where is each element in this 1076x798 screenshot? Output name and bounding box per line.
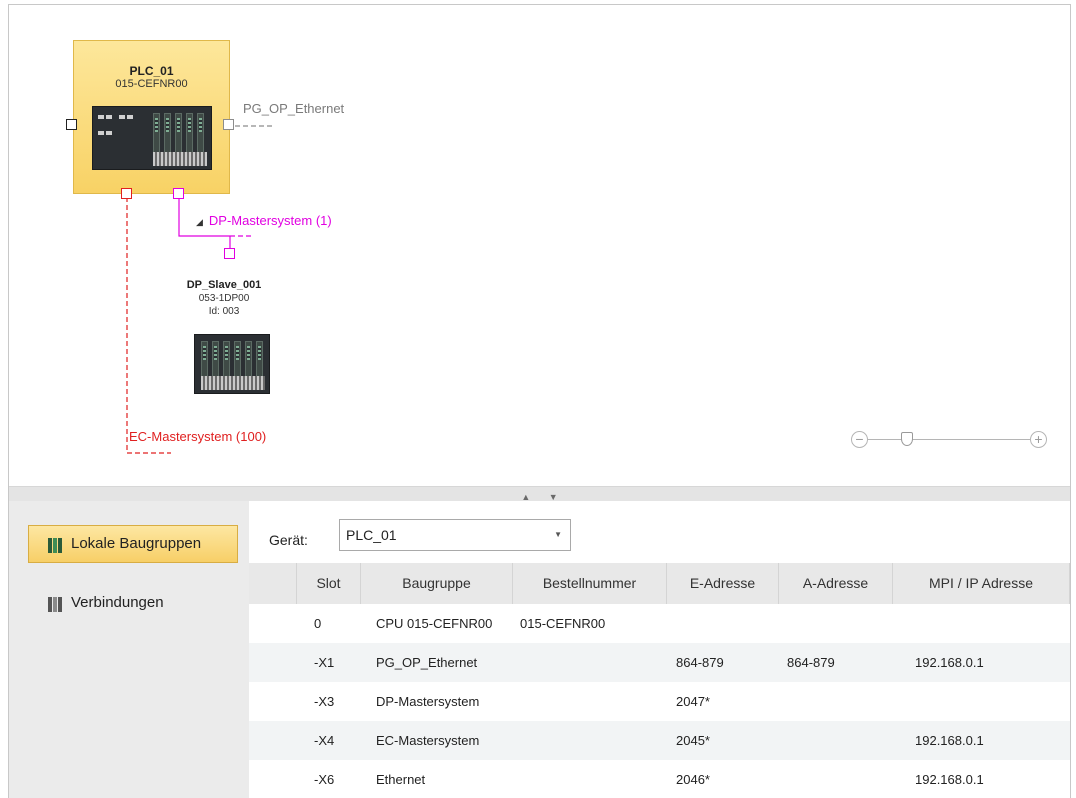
cell-slot: -X6	[314, 772, 335, 787]
column-header-e-adresse[interactable]: E-Adresse	[667, 563, 779, 604]
cell-baugruppe: PG_OP_Ethernet	[376, 655, 478, 670]
sidebar-item-label: Lokale Baugruppen	[71, 535, 202, 552]
cell-ip-adresse: 192.168.0.1	[915, 733, 984, 748]
slave-name: DP_Slave_001	[186, 279, 262, 291]
local-modules-icon	[48, 538, 65, 553]
cell-slot: -X1	[314, 655, 335, 670]
panel-splitter[interactable]: ▲ ▼	[9, 486, 1070, 502]
collapse-triangle-icon[interactable]: ◢	[196, 217, 203, 228]
cell-a-adresse	[779, 604, 893, 643]
cell-ip-adresse	[893, 682, 1070, 721]
cell-bestellnummer	[513, 643, 667, 682]
dp-port[interactable]	[173, 188, 184, 199]
cell-slot: 0	[314, 616, 322, 631]
ec-port[interactable]	[121, 188, 132, 199]
cell-slot: -X3	[314, 694, 335, 709]
cell-bestellnummer	[513, 760, 667, 798]
cell-e-adresse	[667, 604, 779, 643]
column-header-a-adresse[interactable]: A-Adresse	[779, 563, 893, 604]
zoom-thumb[interactable]	[901, 432, 913, 446]
column-header-slot[interactable]: Slot	[297, 563, 361, 604]
sidebar-item-verbindungen[interactable]: Verbindungen	[28, 584, 238, 622]
device-dropdown[interactable]: PLC_01 ▼	[339, 519, 571, 551]
device-select-label: Gerät:	[269, 532, 308, 548]
slave-dp-port[interactable]	[224, 248, 235, 259]
dp-slave-device[interactable]: DP_Slave_001 053-1DP00 Id: 003	[164, 278, 284, 394]
ethernet-port[interactable]	[223, 119, 234, 130]
cell-bestellnummer	[513, 721, 667, 760]
cell-bestellnummer	[513, 682, 667, 721]
network-canvas[interactable]: PLC_01 015-CEFNR00 PG_OP_Ethernet ◢ DP-Ma…	[9, 5, 1070, 486]
cell-e-adresse: 864-879	[676, 655, 724, 670]
cell-ip-adresse: 192.168.0.1	[915, 655, 984, 670]
cell-a-adresse: 864-879	[787, 655, 835, 670]
cell-e-adresse: 2045*	[676, 733, 710, 748]
cell-baugruppe: Ethernet	[376, 772, 426, 787]
table-row[interactable]: -X4 EC-Mastersystem 2045* 192.168.0.1	[249, 721, 1070, 760]
connections-icon	[48, 597, 65, 612]
cell-bestellnummer: 015-CEFNR00	[520, 616, 606, 631]
chevron-down-icon[interactable]: ▼	[554, 520, 562, 550]
overview-sidebar: Lokale Baugruppen Verbindungen	[9, 501, 249, 798]
sidebar-item-lokale-baugruppen[interactable]: Lokale Baugruppen	[28, 525, 238, 563]
device-overview-panel: Lokale Baugruppen Verbindungen Gerät: PL…	[9, 501, 1070, 798]
cell-baugruppe: DP-Mastersystem	[376, 694, 480, 709]
slave-id: Id: 003	[208, 306, 240, 317]
column-header-mpi-ip-adresse[interactable]: MPI / IP Adresse	[893, 563, 1070, 604]
column-header-baugruppe[interactable]: Baugruppe	[361, 563, 513, 604]
slave-hardware-image	[194, 334, 270, 394]
cell-e-adresse: 2047*	[676, 694, 710, 709]
column-header-bestellnummer[interactable]: Bestellnummer	[513, 563, 667, 604]
table-row[interactable]: -X1 PG_OP_Ethernet 864-879 864-879 192.1…	[249, 643, 1070, 682]
zoom-out-icon[interactable]: −	[851, 431, 868, 448]
device-dropdown-value: PLC_01	[346, 527, 397, 543]
zoom-in-icon[interactable]: +	[1030, 431, 1047, 448]
dp-mastersystem-label[interactable]: ◢ DP-Mastersystem (1)	[196, 213, 332, 228]
cell-baugruppe: EC-Mastersystem	[376, 733, 480, 748]
dp-mastersystem-text: DP-Mastersystem (1)	[208, 213, 332, 228]
slave-order-number: 053-1DP00	[198, 293, 250, 304]
hardware-configuration-window: PLC_01 015-CEFNR00 PG_OP_Ethernet ◢ DP-Ma…	[8, 4, 1071, 798]
plc-left-port[interactable]	[66, 119, 77, 130]
cell-a-adresse	[779, 721, 893, 760]
plc-hardware-image	[92, 106, 212, 170]
plc-device-card[interactable]: PLC_01 015-CEFNR00	[73, 40, 230, 194]
table-header-spacer	[249, 563, 297, 604]
table-row[interactable]: -X6 Ethernet 2046* 192.168.0.1	[249, 760, 1070, 798]
zoom-track[interactable]	[868, 439, 1030, 440]
sidebar-item-label: Verbindungen	[71, 594, 164, 611]
table-header: Slot Baugruppe Bestellnummer E-Adresse A…	[249, 563, 1070, 604]
cell-ip-adresse	[893, 604, 1070, 643]
plc-name: PLC_01	[129, 64, 174, 78]
cell-slot: -X4	[314, 733, 335, 748]
table-row[interactable]: 0 CPU 015-CEFNR00 015-CEFNR00	[249, 604, 1070, 643]
ec-mastersystem-label[interactable]: EC-Mastersystem (100)	[129, 429, 266, 444]
cell-ip-adresse: 192.168.0.1	[915, 772, 984, 787]
cell-e-adresse: 2046*	[676, 772, 710, 787]
cell-a-adresse	[779, 760, 893, 798]
cell-a-adresse	[779, 682, 893, 721]
ethernet-network-label[interactable]: PG_OP_Ethernet	[243, 101, 344, 116]
cell-baugruppe: CPU 015-CEFNR00	[376, 616, 493, 631]
zoom-slider[interactable]: − +	[851, 429, 1047, 451]
plc-order-number: 015-CEFNR00	[115, 78, 188, 90]
table-row[interactable]: -X3 DP-Mastersystem 2047*	[249, 682, 1070, 721]
